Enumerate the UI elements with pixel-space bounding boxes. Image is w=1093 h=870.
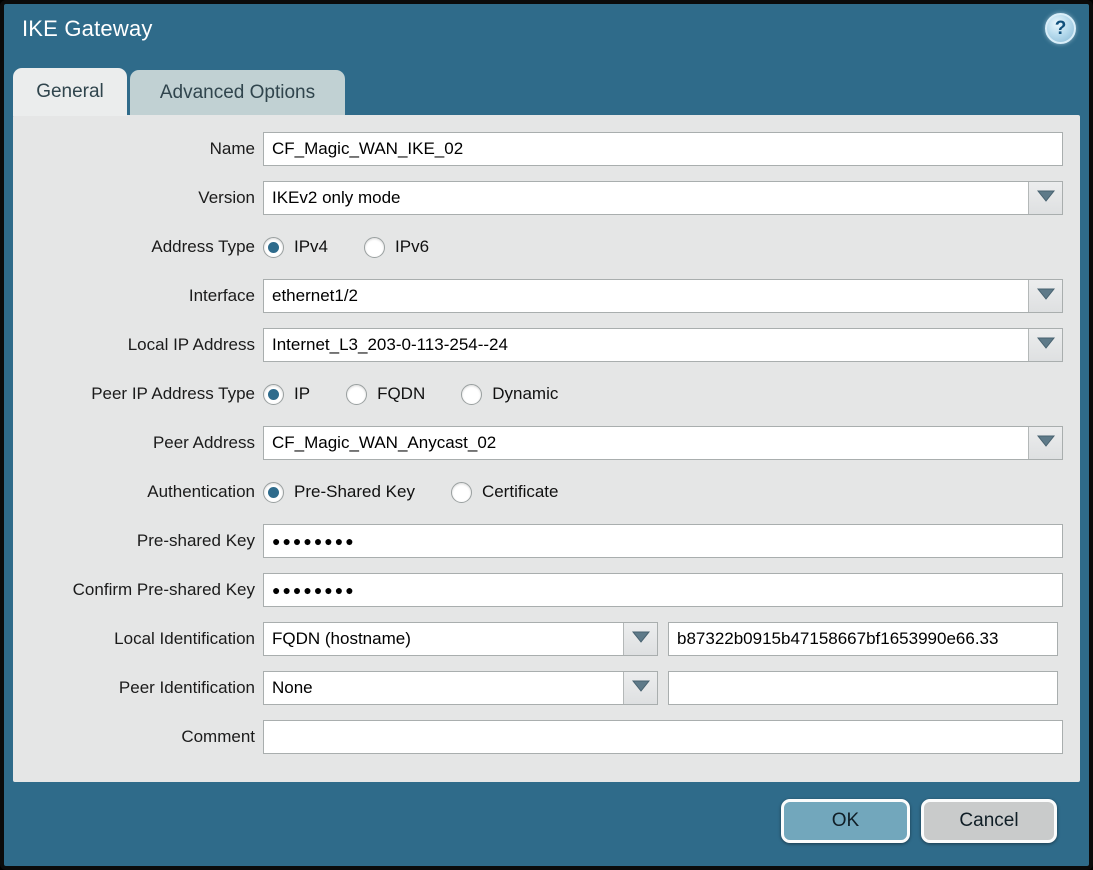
authentication-label: Authentication xyxy=(13,482,255,502)
row-peer-address: Peer Address CF_Magic_WAN_Anycast_02 xyxy=(13,426,1080,460)
interface-label: Interface xyxy=(13,286,255,306)
version-value: IKEv2 only mode xyxy=(264,182,1028,214)
peer-ip-address-type-radio-group: IP FQDN Dynamic xyxy=(263,384,558,405)
confirm-pre-shared-key-label: Confirm Pre-shared Key xyxy=(13,580,255,600)
row-local-identification: Local Identification FQDN (hostname) xyxy=(13,622,1080,656)
version-dropdown[interactable]: IKEv2 only mode xyxy=(263,181,1063,215)
interface-value: ethernet1/2 xyxy=(264,280,1028,312)
interface-dropdown[interactable]: ethernet1/2 xyxy=(263,279,1063,313)
version-dropdown-button[interactable] xyxy=(1028,182,1062,214)
peer-identification-dropdown-button[interactable] xyxy=(623,672,657,704)
local-identification-label: Local Identification xyxy=(13,629,255,649)
local-ip-address-value: Internet_L3_203-0-113-254--24 xyxy=(264,329,1028,361)
ike-gateway-dialog: IKE Gateway ? General Advanced Options N… xyxy=(0,0,1093,870)
peer-address-dropdown[interactable]: CF_Magic_WAN_Anycast_02 xyxy=(263,426,1063,460)
comment-label: Comment xyxy=(13,727,255,747)
radio-ipv6-label: IPv6 xyxy=(395,237,429,257)
local-identification-value-input[interactable] xyxy=(668,622,1058,656)
peer-identification-type-dropdown[interactable]: None xyxy=(263,671,658,705)
peer-address-value: CF_Magic_WAN_Anycast_02 xyxy=(264,427,1028,459)
local-identification-type-dropdown[interactable]: FQDN (hostname) xyxy=(263,622,658,656)
radio-certificate[interactable] xyxy=(451,482,472,503)
peer-address-label: Peer Address xyxy=(13,433,255,453)
local-ip-address-dropdown[interactable]: Internet_L3_203-0-113-254--24 xyxy=(263,328,1063,362)
tab-general[interactable]: General xyxy=(13,68,127,116)
row-interface: Interface ethernet1/2 xyxy=(13,279,1080,313)
row-comment: Comment xyxy=(13,720,1080,754)
local-ip-address-label: Local IP Address xyxy=(13,335,255,355)
peer-ip-address-type-label: Peer IP Address Type xyxy=(13,384,255,404)
chevron-down-icon xyxy=(1037,434,1055,452)
confirm-pre-shared-key-input[interactable] xyxy=(263,573,1063,607)
tab-advanced-options[interactable]: Advanced Options xyxy=(130,70,345,116)
chevron-down-icon xyxy=(1037,287,1055,305)
authentication-radio-group: Pre-Shared Key Certificate xyxy=(263,482,558,503)
radio-ipv6[interactable] xyxy=(364,237,385,258)
tab-general-label: General xyxy=(36,81,104,103)
row-authentication: Authentication Pre-Shared Key Certificat… xyxy=(13,475,1080,509)
chevron-down-icon xyxy=(632,679,650,697)
chevron-down-icon xyxy=(632,630,650,648)
row-version: Version IKEv2 only mode xyxy=(13,181,1080,215)
cancel-button[interactable]: Cancel xyxy=(921,799,1057,843)
row-peer-identification: Peer Identification None xyxy=(13,671,1080,705)
radio-option-pre-shared-key[interactable]: Pre-Shared Key xyxy=(263,482,415,503)
radio-fqdn-label: FQDN xyxy=(377,384,425,404)
peer-identification-label: Peer Identification xyxy=(13,678,255,698)
peer-address-dropdown-button[interactable] xyxy=(1028,427,1062,459)
radio-option-ip[interactable]: IP xyxy=(263,384,310,405)
radio-dynamic-label: Dynamic xyxy=(492,384,558,404)
radio-ip[interactable] xyxy=(263,384,284,405)
radio-option-certificate[interactable]: Certificate xyxy=(451,482,559,503)
chevron-down-icon xyxy=(1037,189,1055,207)
radio-option-fqdn[interactable]: FQDN xyxy=(346,384,425,405)
pre-shared-key-label: Pre-shared Key xyxy=(13,531,255,551)
radio-dynamic[interactable] xyxy=(461,384,482,405)
radio-option-ipv6[interactable]: IPv6 xyxy=(364,237,429,258)
dialog-titlebar: IKE Gateway xyxy=(22,16,153,42)
row-pre-shared-key: Pre-shared Key xyxy=(13,524,1080,558)
radio-certificate-label: Certificate xyxy=(482,482,559,502)
address-type-radio-group: IPv4 IPv6 xyxy=(263,237,429,258)
row-local-ip-address: Local IP Address Internet_L3_203-0-113-2… xyxy=(13,328,1080,362)
general-tab-panel: Name Version IKEv2 only mode Address Typ… xyxy=(13,115,1080,782)
row-confirm-pre-shared-key: Confirm Pre-shared Key xyxy=(13,573,1080,607)
radio-option-dynamic[interactable]: Dynamic xyxy=(461,384,558,405)
local-ip-address-dropdown-button[interactable] xyxy=(1028,329,1062,361)
row-address-type: Address Type IPv4 IPv6 xyxy=(13,230,1080,264)
interface-dropdown-button[interactable] xyxy=(1028,280,1062,312)
peer-identification-type-value: None xyxy=(264,672,623,704)
local-identification-dropdown-button[interactable] xyxy=(623,623,657,655)
name-label: Name xyxy=(13,139,255,159)
radio-pre-shared-key[interactable] xyxy=(263,482,284,503)
help-glyph: ? xyxy=(1055,18,1067,40)
radio-ipv4[interactable] xyxy=(263,237,284,258)
address-type-label: Address Type xyxy=(13,237,255,257)
radio-ip-label: IP xyxy=(294,384,310,404)
dialog-footer: OK Cancel xyxy=(781,799,1057,843)
peer-identification-value-input[interactable] xyxy=(668,671,1058,705)
version-label: Version xyxy=(13,188,255,208)
radio-ipv4-label: IPv4 xyxy=(294,237,328,257)
radio-pre-shared-key-label: Pre-Shared Key xyxy=(294,482,415,502)
help-icon[interactable]: ? xyxy=(1045,13,1076,44)
ok-button[interactable]: OK xyxy=(781,799,910,843)
radio-option-ipv4[interactable]: IPv4 xyxy=(263,237,328,258)
row-peer-ip-address-type: Peer IP Address Type IP FQDN Dynamic xyxy=(13,377,1080,411)
row-name: Name xyxy=(13,132,1080,166)
chevron-down-icon xyxy=(1037,336,1055,354)
radio-fqdn[interactable] xyxy=(346,384,367,405)
tab-advanced-options-label: Advanced Options xyxy=(160,82,315,104)
tab-bar: General Advanced Options xyxy=(13,68,345,116)
name-input[interactable] xyxy=(263,132,1063,166)
dialog-title: IKE Gateway xyxy=(22,16,153,41)
comment-input[interactable] xyxy=(263,720,1063,754)
pre-shared-key-input[interactable] xyxy=(263,524,1063,558)
local-identification-type-value: FQDN (hostname) xyxy=(264,623,623,655)
